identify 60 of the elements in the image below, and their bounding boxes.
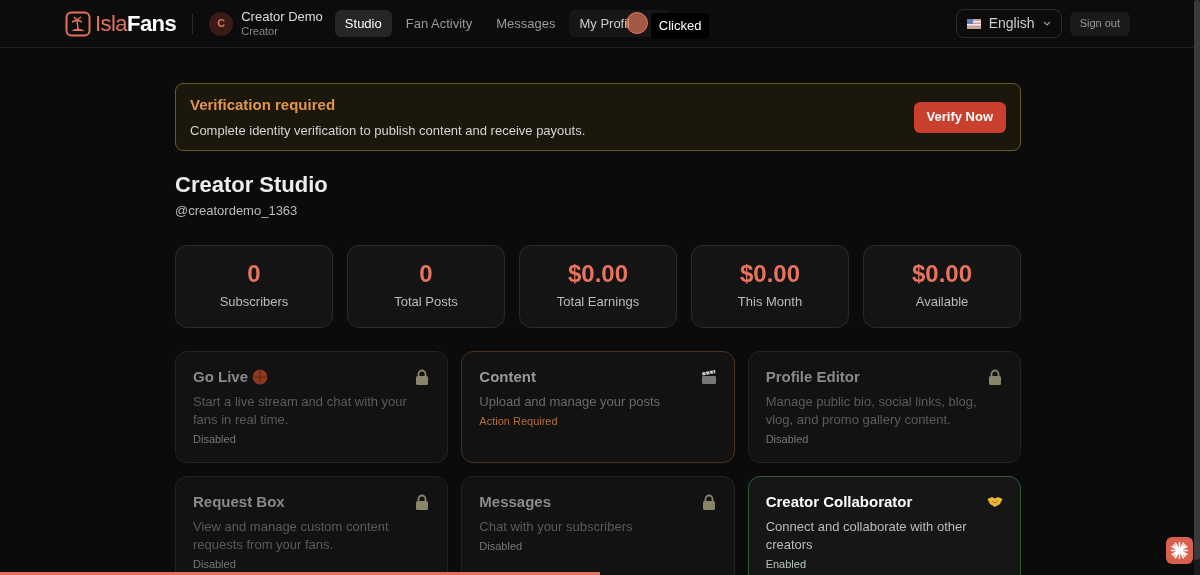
feature-card[interactable]: Content Upload and manage your posts Action Required [461,351,735,463]
stat-label: Available [915,292,969,311]
nav-tab[interactable]: Messages [486,10,566,37]
card-status: Disabled [765,431,810,447]
page-title: Creator Studio [175,171,329,199]
card-description: Upload and manage your posts [479,392,661,411]
assistant-button[interactable] [1166,537,1193,564]
card-title: Profile Editor [765,367,860,387]
card-title: Messages [479,492,552,512]
banner-title: Verification required [190,95,337,115]
lock-icon [987,369,1003,385]
feature-card[interactable]: Creator Collaborator Connect and collaborate with other creators Enabled [747,476,1021,575]
feature-card[interactable]: Request Box View and manage custom content requests from your fans. Disabled [175,476,449,575]
feature-card[interactable]: Go Live Start a live stream and chat with your fans in real time. Disabled [175,351,449,463]
user-avatar: C [209,11,234,36]
stat-label: This Month [737,292,803,311]
stat-value: $0.00 [739,261,801,286]
stat-label: Total Earnings [556,292,640,311]
stat-value: 0 [247,261,261,286]
tooltip: Clicked [650,13,710,39]
lock-icon [414,369,431,385]
card-description: Chat with your subscribers [479,517,634,536]
starburst-icon [1170,541,1189,560]
nav-tab[interactable]: Fan Activity [395,10,483,37]
card-title: Request Box [193,492,285,512]
feature-card[interactable]: Profile Editor Manage public bio, social links, blog, vlog, and promo gallery content. Disabled [747,351,1021,463]
card-description: Start a live stream and chat with your fans in real time. [193,392,408,429]
card-title: Content [479,367,536,387]
card-description: Connect and collaborate with other creators [765,517,968,554]
user-role: Creator [241,24,279,39]
card-description: View and manage custom content requests from your fans. [193,517,390,554]
stat-value: 0 [419,261,433,286]
stat-value: $0.00 [567,261,629,286]
lock-icon [414,494,431,510]
banner-text: Complete identity verification to publish content and receive payouts. [190,121,586,140]
lock-icon [700,494,717,510]
verify-now-button[interactable]: Verify Now [913,101,1006,133]
flag-icon [966,18,981,29]
stat-value: $0.00 [911,261,973,286]
sign-out-button[interactable]: Sign out [1069,11,1130,36]
feature-card[interactable]: Messages Chat with your subscribers Disabled [461,476,735,575]
card-status: Disabled [479,538,524,554]
scrollbar-thumb[interactable] [1194,0,1200,560]
card-description: Manage public bio, social links, blog, vlog, and promo gallery content. [765,392,978,429]
clapperboard-icon [700,369,717,385]
language-select[interactable]: English [955,9,1062,38]
card-status: Action Required [479,413,559,429]
user-name: Creator Demo [241,8,323,25]
stat-label: Total Posts [394,292,458,311]
logo-icon [65,10,91,37]
card-status: Disabled [193,556,237,572]
brand-name[interactable]: IslaFans [95,7,177,40]
card-status: Disabled [193,431,237,447]
card-title: Go Live [193,367,248,387]
card-status: Enabled [765,556,808,572]
card-title: Creator Collaborator [765,492,913,512]
creator-handle: @creatordemo_1363 [175,201,299,220]
nav-tab[interactable]: Studio [334,10,392,37]
stat-label: Subscribers [219,292,289,311]
chevron-down-icon [1042,21,1051,26]
